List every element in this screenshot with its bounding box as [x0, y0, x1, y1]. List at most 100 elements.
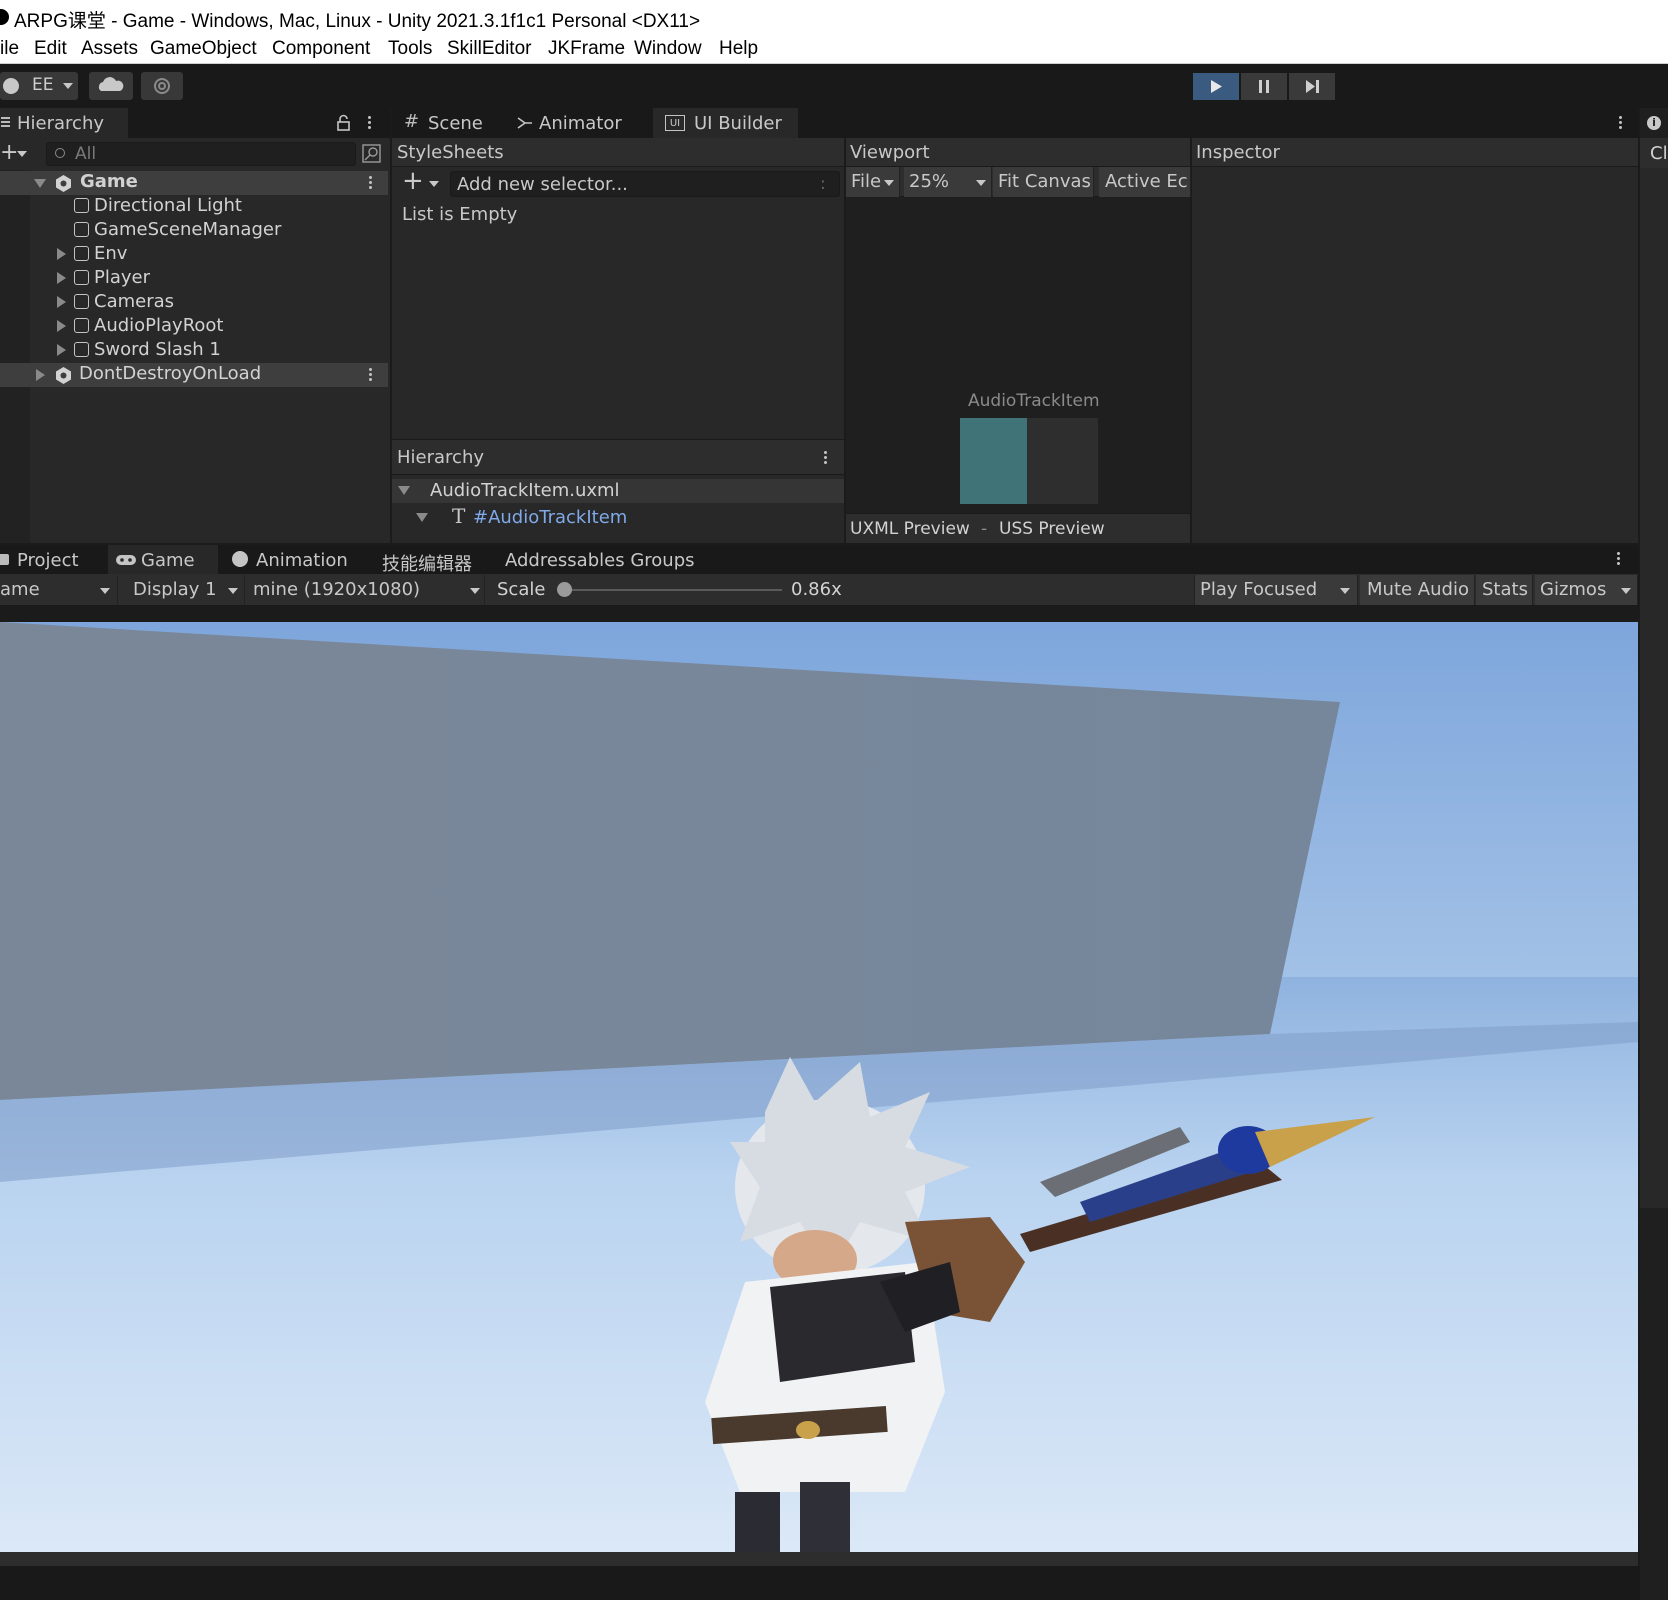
item-label: AudioPlayRoot [94, 315, 224, 336]
ui-hierarchy-file-row[interactable]: AudioTrackItem.uxml [392, 479, 844, 503]
add-plus-icon[interactable]: + [0, 142, 18, 164]
tab-animation[interactable]: Animation [226, 545, 356, 575]
fit-canvas-button[interactable]: Fit Canvas [993, 167, 1094, 197]
chevron-down-icon [1621, 588, 1631, 594]
hierarchy-item[interactable]: Env [74, 243, 127, 267]
text-element-icon: T [452, 504, 466, 528]
gameobject-cube-icon [74, 342, 89, 357]
play-button[interactable] [1193, 73, 1239, 100]
center-tabbar: # Scene Animator UI UI Builder [392, 108, 1638, 138]
collab-button[interactable] [141, 72, 183, 100]
hierarchy-item[interactable]: Directional Light [74, 195, 242, 219]
tab-scene[interactable]: # Scene [392, 108, 504, 138]
gameobject-cube-icon [74, 222, 89, 237]
uss-preview-tab[interactable]: USS Preview [999, 519, 1105, 539]
stylesheets-empty-text: List is Empty [402, 204, 518, 225]
menu-edit[interactable]: Edit [34, 38, 67, 60]
lock-icon[interactable] [336, 114, 352, 132]
resolution-dropdown[interactable]: mine (1920x1080) [248, 575, 485, 605]
game-mode-dropdown[interactable]: ame [0, 575, 118, 605]
stats-button[interactable]: Stats [1476, 575, 1533, 605]
tab-project[interactable]: Project [0, 545, 100, 575]
menu-tools[interactable]: Tools [388, 38, 432, 60]
cloud-icon [98, 77, 124, 91]
pause-button[interactable] [1241, 73, 1287, 100]
chevron-down-icon [976, 180, 986, 186]
bottom-more-icon[interactable] [1617, 550, 1621, 567]
uxml-preview-tab[interactable]: UXML Preview [850, 519, 970, 539]
item-label: Sword Slash 1 [94, 339, 221, 360]
menu-file[interactable]: ile [0, 38, 19, 60]
hierarchy-item[interactable]: AudioPlayRoot [74, 315, 223, 339]
account-button[interactable]: EE [0, 72, 78, 100]
chevron-down-icon[interactable] [429, 181, 439, 187]
tab-game[interactable]: Game [108, 545, 218, 575]
center-more-icon[interactable] [1619, 114, 1623, 131]
game-view[interactable] [0, 622, 1638, 1552]
ui-hierarchy-more-icon[interactable] [824, 449, 828, 466]
hierarchy-item[interactable]: Player [74, 267, 150, 291]
dontdestroy-more-icon[interactable] [369, 366, 373, 383]
mute-audio-label: Mute Audio [1367, 579, 1469, 600]
viewport-zoom-dropdown[interactable]: 25% [904, 167, 992, 197]
tab-skill-editor[interactable]: 技能编辑器 [370, 545, 480, 575]
mute-audio-button[interactable]: Mute Audio [1360, 575, 1475, 605]
dontdestroy-name: DontDestroyOnLoad [79, 363, 262, 384]
resolution-label: mine (1920x1080) [253, 579, 421, 600]
item-label: Cameras [94, 291, 175, 312]
display-dropdown[interactable]: Display 1 [126, 575, 245, 605]
ui-hierarchy-element-row[interactable]: T #AudioTrackItem [392, 504, 844, 530]
tab-animator[interactable]: Animator [512, 108, 642, 138]
stylesheets-header: StyleSheets [392, 138, 844, 167]
collapsed-arrow-icon[interactable] [57, 248, 66, 260]
collapsed-arrow-icon[interactable] [57, 344, 66, 356]
hierarchy-search-input[interactable]: All [46, 142, 356, 166]
play-focused-dropdown[interactable]: Play Focused [1194, 575, 1358, 605]
audio-track-item-element[interactable] [960, 418, 1027, 504]
menu-component[interactable]: Component [272, 38, 370, 60]
hierarchy-dontdestroy-row[interactable]: DontDestroyOnLoad [0, 363, 388, 387]
menu-gameobject[interactable]: GameObject [150, 38, 257, 60]
scene-more-icon[interactable] [369, 174, 373, 191]
info-icon[interactable]: i [1647, 116, 1661, 130]
collapsed-arrow-icon[interactable] [57, 296, 66, 308]
chevron-down-icon[interactable] [17, 151, 27, 157]
menu-window[interactable]: Window [634, 38, 702, 60]
tab-addressables[interactable]: Addressables Groups [495, 545, 695, 575]
hierarchy-item[interactable]: Sword Slash 1 [74, 339, 221, 363]
scene-search-icon[interactable] [362, 144, 382, 164]
hierarchy-tabbar: Hierarchy [0, 108, 390, 138]
side-tab-label[interactable]: Cl [1650, 143, 1668, 164]
cloud-button[interactable] [89, 72, 133, 100]
active-editor-button[interactable]: Active Ec [1099, 167, 1191, 197]
hierarchy-scene-row[interactable]: Game [0, 171, 388, 195]
chevron-down-icon [884, 180, 894, 186]
scene-grid-icon: # [404, 111, 420, 132]
collapsed-arrow-icon[interactable] [57, 272, 66, 284]
menu-jkframe[interactable]: JKFrame [548, 38, 625, 60]
tab-hierarchy[interactable]: Hierarchy [0, 108, 128, 138]
collapsed-arrow-icon[interactable] [57, 320, 66, 332]
hierarchy-item[interactable]: Cameras [74, 291, 174, 315]
tab-ui-builder[interactable]: UI UI Builder [653, 108, 798, 138]
selector-input[interactable]: Add new selector... : [450, 171, 840, 197]
add-selector-plus-icon[interactable]: + [402, 166, 424, 196]
hierarchy-gutter [0, 170, 30, 543]
folder-icon [0, 554, 9, 565]
scale-slider-track[interactable] [561, 589, 782, 591]
viewport-file-button[interactable]: File [846, 167, 900, 197]
hierarchy-more-icon[interactable] [368, 114, 372, 131]
gizmos-dropdown[interactable]: Gizmos [1535, 575, 1638, 605]
canvas-preview[interactable] [960, 418, 1098, 504]
menu-help[interactable]: Help [719, 38, 758, 60]
tab-project-label: Project [17, 550, 79, 571]
inspector-pane: Inspector [1192, 138, 1638, 543]
element-name: #AudioTrackItem [473, 507, 628, 528]
viewport-title: Viewport [850, 142, 930, 163]
menu-skilleditor[interactable]: SkillEditor [447, 38, 531, 60]
game-mode-label: ame [0, 579, 40, 600]
menu-assets[interactable]: Assets [81, 38, 138, 60]
scale-slider-thumb[interactable] [557, 582, 572, 597]
hierarchy-item[interactable]: GameSceneManager [74, 219, 281, 243]
step-button[interactable] [1289, 73, 1335, 100]
